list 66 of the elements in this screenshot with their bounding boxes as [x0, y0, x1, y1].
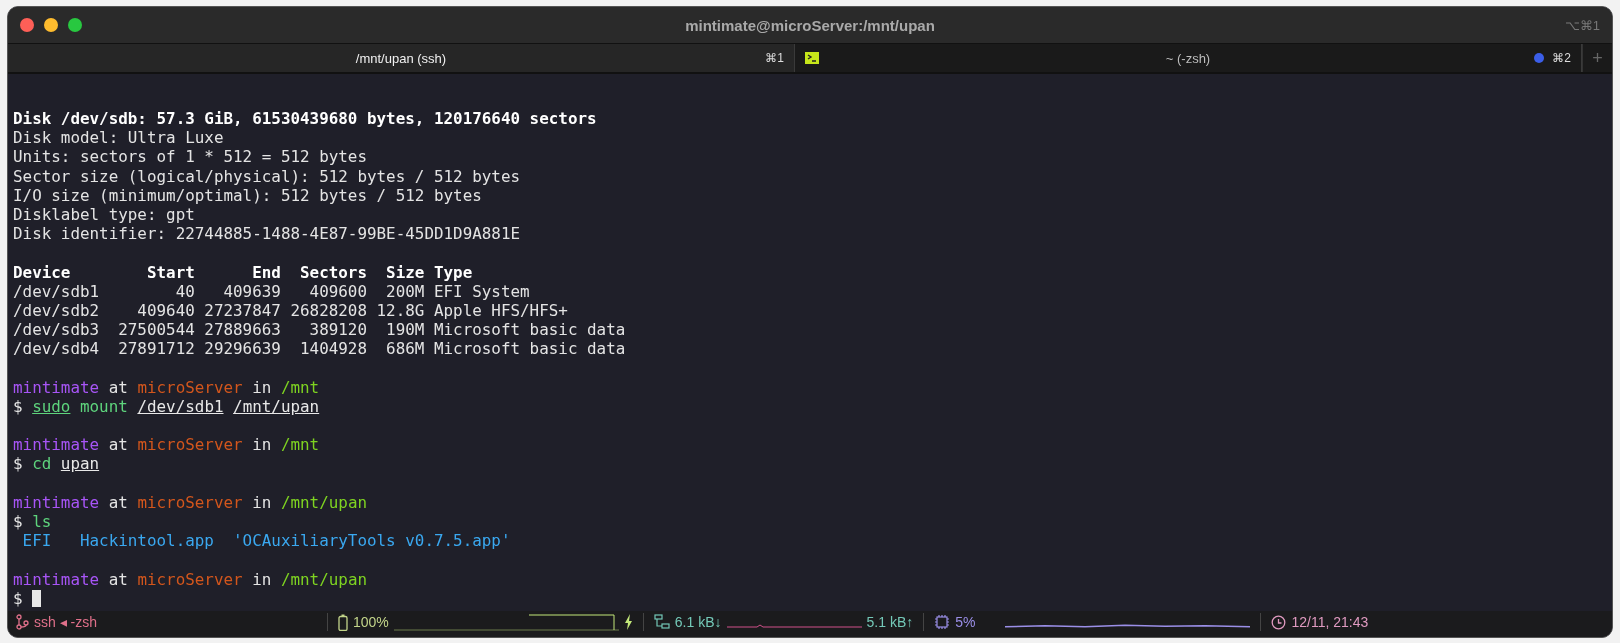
- cpu-percent: 5%: [955, 614, 976, 630]
- network-icon: [653, 614, 670, 630]
- window-shortcut: ⌥⌘1: [1564, 17, 1600, 33]
- command-text: ls: [32, 511, 52, 532]
- terminal-text: at: [107, 377, 129, 397]
- command-argument: /mnt/upan: [233, 396, 320, 416]
- prompt-path: /mnt: [280, 435, 320, 455]
- terminal-text: /dev/sdb1 40 409639 409600 200M EFI System: [13, 281, 530, 301]
- lightning-icon: [623, 614, 633, 630]
- terminal-text: $: [13, 396, 24, 416]
- cpu-icon: [934, 614, 951, 630]
- prompt-path: /mnt/upan: [280, 569, 368, 589]
- tab-label: /mnt/upan (ssh): [355, 50, 447, 66]
- terminal-text: Disklabel type: gpt: [13, 204, 195, 225]
- terminal-text: $: [13, 511, 24, 532]
- download-rate: 6.1 kB↓: [674, 614, 722, 630]
- battery-percent: 100%: [353, 614, 389, 630]
- tab-shortcut: ⌘1: [765, 51, 784, 65]
- clock-icon: [1271, 614, 1287, 630]
- terminal-text: at: [107, 435, 129, 455]
- window-title: mintimate@microServer:/mnt/upan: [685, 16, 935, 34]
- terminal-text: /dev/sdb3 27500544 27889663 389120 190M Microsoft basic data: [13, 320, 626, 340]
- prompt-host: microServer: [137, 492, 243, 512]
- clock-time: 12/11, 21:43: [1291, 614, 1369, 630]
- zoom-button[interactable]: [68, 18, 82, 32]
- tab-shortcut: ⌘2: [1552, 51, 1571, 65]
- terminal-text: /dev/sdb4 27891712 29296639 1404928 686M Microsoft basic data: [13, 339, 626, 359]
- battery-icon: [338, 613, 348, 631]
- close-button[interactable]: [20, 18, 34, 32]
- prompt-host: microServer: [137, 435, 243, 455]
- prompt-user: mintimate: [13, 492, 100, 512]
- terminal-text: Disk model: Ultra Luxe: [13, 128, 224, 148]
- output-text: Device Start End Sectors Size Type: [13, 262, 473, 282]
- prompt-host: microServer: [137, 569, 243, 589]
- terminal-text: $: [13, 588, 24, 608]
- prompt-host: microServer: [137, 377, 243, 397]
- command-text: sudo: [32, 396, 71, 416]
- upload-rate: 5.1 kB↑: [866, 614, 914, 630]
- terminal-text: Disk identifier: 22744885-1488-4E87-99BE-45DD1D9A881E: [13, 224, 521, 244]
- command-argument: /dev/sdb1: [137, 396, 224, 416]
- branch-icon: [16, 614, 29, 630]
- prompt-path: /mnt/upan: [280, 492, 368, 512]
- terminal-text: I/O size (minimum/optimal): 512 bytes / 512 bytes: [13, 185, 482, 205]
- prompt-user: mintimate: [13, 569, 100, 589]
- prompt-path: /mnt: [280, 377, 320, 397]
- terminal-text: /dev/sdb2 409640 27237847 26828208 12.8G Apple HFS/HFS+: [13, 300, 568, 321]
- terminal-text: at: [107, 492, 129, 512]
- command-text: cd: [32, 454, 53, 474]
- terminal-text: Sector size (logical/physical): 512 bytes / 512 bytes: [13, 166, 521, 186]
- tab-label: ~ (-zsh): [1165, 50, 1211, 66]
- tab[interactable]: /mnt/upan (ssh) ⌘1: [8, 44, 795, 72]
- prompt-user: mintimate: [13, 435, 100, 455]
- terminal-text: Units: sectors of 1 * 512 = 512 bytes: [13, 147, 367, 167]
- terminal-text: at: [107, 569, 129, 589]
- command-text: mount: [79, 396, 129, 416]
- terminal-text: $: [13, 454, 24, 474]
- output-text: Disk /dev/sdb: 57.3 GiB, 61530439680 bytes, 120176640 sectors: [13, 109, 597, 129]
- command-argument: upan: [60, 454, 100, 474]
- terminal-text: in: [251, 435, 273, 455]
- session-label: ssh ◂ -zsh: [34, 614, 97, 630]
- file-listing: EFI Hackintool.app 'OCAuxiliaryTools v0.7.5.app': [21, 531, 511, 551]
- prompt-user: mintimate: [13, 377, 100, 397]
- terminal-text: in: [251, 492, 273, 512]
- terminal-text: in: [251, 377, 273, 397]
- minimize-button[interactable]: [44, 18, 58, 32]
- terminal-text: in: [251, 569, 273, 589]
